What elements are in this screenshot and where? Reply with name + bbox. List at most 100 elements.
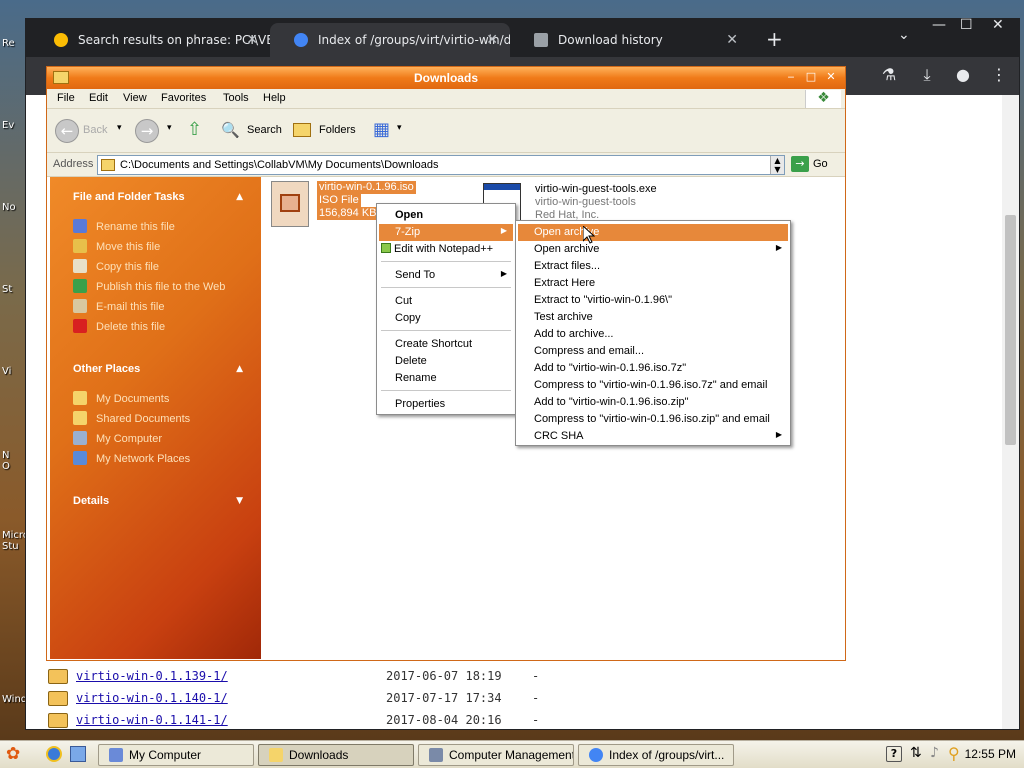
place-shared-documents[interactable]: Shared Documents [73,411,190,429]
menu-item-compress-email[interactable]: Compress and email... [518,343,788,360]
place-my-network-places[interactable]: My Network Places [73,451,190,469]
task-email-file[interactable]: E-mail this file [73,299,164,317]
folders-button[interactable]: Folders [319,124,356,136]
expand-icon[interactable]: ▼ [236,496,243,506]
task-delete-file[interactable]: Delete this file [73,319,165,337]
menu-item-open-archive[interactable]: Open archive [518,224,788,241]
task-copy-file[interactable]: Copy this file [73,259,159,277]
download-icon[interactable]: ⤓ [916,65,938,87]
minimize-button[interactable]: — [932,17,946,33]
menu-item-cut[interactable]: Cut [379,293,513,310]
collapse-icon[interactable]: ▲ [236,364,243,374]
start-button[interactable]: ✿ [6,744,20,764]
menu-item-extract-to[interactable]: Extract to "virtio-win-0.1.96\" [518,292,788,309]
menu-item-delete[interactable]: Delete [379,353,513,370]
volume-icon[interactable]: ♪ [930,745,939,761]
desktop-icon-label[interactable]: Ev [2,120,26,131]
menu-item-copy[interactable]: Copy [379,310,513,327]
address-input[interactable]: C:\Documents and Settings\CollabVM\My Do… [97,155,785,175]
chevron-down-icon[interactable]: ▾ [117,122,122,133]
task-publish-file[interactable]: Publish this file to the Web [73,279,225,297]
file-name[interactable]: virtio-win-guest-tools.exe [535,183,657,196]
desktop-icon-label[interactable]: No [2,202,26,213]
menu-item-create-shortcut[interactable]: Create Shortcut [379,336,513,353]
menu-item-add-7z[interactable]: Add to "virtio-win-0.1.96.iso.7z" [518,360,788,377]
views-icon[interactable]: ▦ [373,119,390,140]
file-name-selected[interactable]: virtio-win-0.1.96.iso [317,181,416,194]
directory-link[interactable]: virtio-win-0.1.140-1/ [76,691,228,705]
close-button[interactable]: ✕ [823,70,839,85]
menu-item-test-archive[interactable]: Test archive [518,309,788,326]
task-move-file[interactable]: Move this file [73,239,160,257]
desktop-icon-label[interactable]: St [2,284,26,295]
menu-favorites[interactable]: Favorites [161,92,206,104]
taskbar-button-downloads[interactable]: Downloads [258,744,414,766]
menu-icon[interactable]: ⋮ [988,65,1010,87]
menu-tools[interactable]: Tools [223,92,249,104]
minimize-button[interactable]: ‒ [783,70,799,85]
menu-item-properties[interactable]: Properties [379,396,513,413]
desktop-icon-label[interactable]: Re [2,38,26,49]
menu-item-crc-sha[interactable]: CRC SHA ▶ [518,428,788,445]
chevron-down-icon[interactable]: ▾ [397,122,402,133]
forward-arrow-icon[interactable]: → [135,119,159,143]
menu-file[interactable]: File [57,92,75,104]
address-dropdown-icon[interactable]: ▲ ▼ [770,156,784,174]
close-tab-icon[interactable]: ✕ [486,32,498,48]
show-desktop-icon[interactable] [70,746,86,762]
directory-link[interactable]: virtio-win-0.1.141-1/ [76,713,228,727]
desktop-icon-label[interactable]: Vi [2,366,26,377]
menu-item-send-to[interactable]: Send To ▶ [379,267,513,284]
menu-item-open-archive-sub[interactable]: Open archive ▶ [518,241,788,258]
close-tab-icon[interactable]: ✕ [246,32,258,48]
chevron-down-icon[interactable]: ▾ [167,122,172,133]
search-icon[interactable]: ⚲ [948,744,960,763]
menu-item-open[interactable]: Open [379,207,513,224]
folders-icon[interactable] [293,123,311,137]
menu-item-compress-zip-email[interactable]: Compress to "virtio-win-0.1.96.iso.zip" … [518,411,788,428]
maximize-button[interactable]: □ [803,70,819,85]
search-button[interactable]: Search [247,124,282,136]
directory-link[interactable]: virtio-win-0.1.139-1/ [76,669,228,683]
place-my-documents[interactable]: My Documents [73,391,169,409]
menu-help[interactable]: Help [263,92,286,104]
close-button[interactable]: ✕ [992,17,1004,33]
menu-item-edit-notepad[interactable]: Edit with Notepad++ [379,241,513,258]
go-arrow-icon[interactable]: → [791,156,809,172]
iso-file-icon[interactable] [271,181,309,227]
menu-edit[interactable]: Edit [89,92,108,104]
desktop-icon-label[interactable]: Wind [2,694,26,705]
taskbar-button-browser[interactable]: Index of /groups/virt... [578,744,734,766]
menu-item-7zip[interactable]: 7-Zip ▶ [379,224,513,241]
desktop-icon-label[interactable]: N O [2,450,26,472]
back-arrow-icon[interactable]: ← [55,119,79,143]
network-icon[interactable]: ⇅ [910,745,922,761]
maximize-button[interactable]: ☐ [960,17,973,33]
browser-tab[interactable]: Search results on phrase: PCI\VEN ✕ [30,23,270,57]
close-tab-icon[interactable]: ✕ [726,32,738,48]
search-icon[interactable]: 🔍 [221,121,240,139]
taskbar-button-my-computer[interactable]: My Computer [98,744,254,766]
menu-item-extract-here[interactable]: Extract Here [518,275,788,292]
back-button[interactable]: Back [83,124,107,136]
menu-view[interactable]: View [123,92,147,104]
file-folder-tasks-header[interactable]: File and Folder Tasks [73,191,185,203]
scrollbar-thumb[interactable] [1005,215,1016,445]
profile-icon[interactable]: ● [952,65,974,87]
new-tab-button[interactable]: + [766,27,783,51]
menu-item-add-zip[interactable]: Add to "virtio-win-0.1.96.iso.zip" [518,394,788,411]
task-rename-file[interactable]: Rename this file [73,219,175,237]
explorer-title-bar[interactable]: Downloads ‒ □ ✕ [47,67,845,89]
internet-explorer-icon[interactable] [46,746,62,762]
details-header[interactable]: Details [73,495,109,507]
menu-item-compress-7z-email[interactable]: Compress to "virtio-win-0.1.96.iso.7z" a… [518,377,788,394]
go-button[interactable]: Go [813,158,828,170]
menu-item-extract-files[interactable]: Extract files... [518,258,788,275]
other-places-header[interactable]: Other Places [73,363,140,375]
place-my-computer[interactable]: My Computer [73,431,162,449]
address-path[interactable]: C:\Documents and Settings\CollabVM\My Do… [120,159,439,171]
page-scrollbar[interactable] [1002,95,1019,729]
lab-icon[interactable]: ⚗ [878,65,900,87]
menu-item-rename[interactable]: Rename [379,370,513,387]
collapse-icon[interactable]: ▲ [236,192,243,202]
